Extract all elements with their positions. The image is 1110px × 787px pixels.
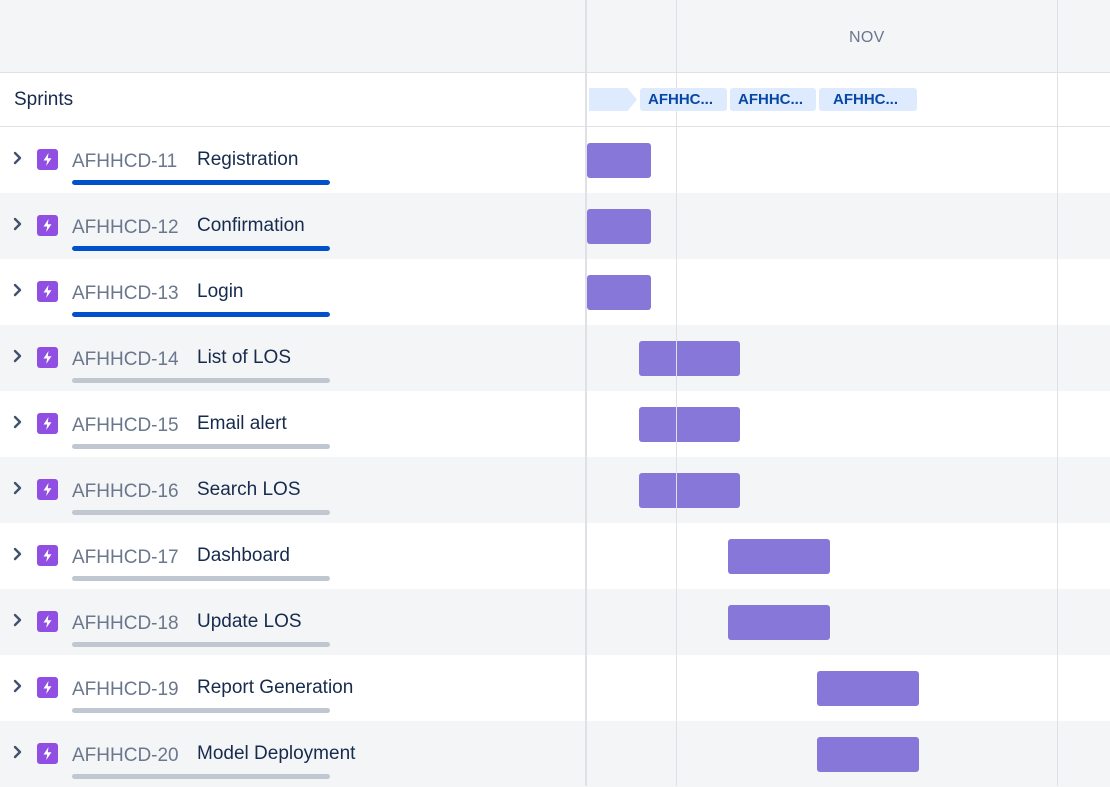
chevron-right-icon[interactable] [11, 479, 25, 497]
chevron-right-icon[interactable] [11, 545, 25, 563]
issue-key[interactable]: AFHHCD-20 [72, 745, 179, 767]
progress-bar [72, 774, 330, 779]
progress-fill [72, 312, 330, 317]
progress-bar [72, 180, 330, 185]
progress-bar [72, 312, 330, 317]
list-timeline-divider[interactable] [585, 0, 587, 786]
schedule-bar[interactable] [728, 539, 830, 574]
schedule-bar[interactable] [817, 737, 919, 772]
chevron-right-icon[interactable] [11, 215, 25, 233]
issue-row[interactable]: AFHHCD-20 Model Deployment [0, 721, 1110, 787]
schedule-bar[interactable] [639, 473, 740, 508]
sprint-chip-label: AFHHC... [833, 91, 898, 108]
chevron-right-icon[interactable] [11, 281, 25, 299]
schedule-bar[interactable] [639, 407, 740, 442]
progress-bar [72, 246, 330, 251]
epic-lightning-icon [37, 743, 58, 764]
schedule-bar[interactable] [728, 605, 830, 640]
issue-key[interactable]: AFHHCD-16 [72, 481, 179, 503]
schedule-bar[interactable] [587, 143, 651, 178]
chevron-right-icon[interactable] [11, 149, 25, 167]
schedule-bar[interactable] [587, 209, 651, 244]
progress-bar [72, 576, 330, 581]
issue-summary[interactable]: List of LOS [197, 347, 291, 369]
issue-key[interactable]: AFHHCD-17 [72, 547, 179, 569]
issue-row[interactable]: AFHHCD-14 List of LOS [0, 325, 1110, 391]
epic-lightning-icon [37, 281, 58, 302]
issue-summary[interactable]: Login [197, 281, 244, 303]
progress-bar [72, 378, 330, 383]
progress-fill [72, 246, 330, 251]
sprint-chip[interactable]: AFHHC... [640, 88, 727, 111]
issue-row[interactable]: AFHHCD-17 Dashboard [0, 523, 1110, 589]
issue-summary[interactable]: Search LOS [197, 479, 301, 501]
epic-lightning-icon [37, 215, 58, 236]
issue-key[interactable]: AFHHCD-13 [72, 283, 179, 305]
schedule-bar[interactable] [587, 275, 651, 310]
epic-lightning-icon [37, 677, 58, 698]
epic-lightning-icon [37, 347, 58, 368]
chevron-right-icon[interactable] [11, 611, 25, 629]
progress-bar [72, 708, 330, 713]
sprint-chip-previous[interactable] [589, 88, 637, 111]
today-marker-line [676, 0, 677, 786]
epic-lightning-icon [37, 611, 58, 632]
issue-row[interactable]: AFHHCD-13 Login [0, 259, 1110, 325]
epic-lightning-icon [37, 413, 58, 434]
sprint-chip[interactable]: AFHHC... [730, 88, 816, 111]
sprint-chip-label: AFHHC... [738, 91, 803, 108]
sprint-chip-label: AFHHC... [648, 91, 713, 108]
issue-list: AFHHCD-11 Registration AFHHCD-12 Confirm… [0, 127, 1110, 787]
epic-lightning-icon [37, 479, 58, 500]
chevron-right-icon[interactable] [11, 413, 25, 431]
issue-key[interactable]: AFHHCD-15 [72, 415, 179, 437]
issue-summary[interactable]: Confirmation [197, 215, 305, 237]
sprint-chip[interactable]: AFHHC... [819, 88, 917, 111]
issue-summary[interactable]: Update LOS [197, 611, 302, 633]
progress-bar [72, 510, 330, 515]
issue-key[interactable]: AFHHCD-11 [72, 151, 177, 173]
chevron-right-icon[interactable] [11, 347, 25, 365]
issue-summary[interactable]: Email alert [197, 413, 287, 435]
issue-row[interactable]: AFHHCD-12 Confirmation [0, 193, 1110, 259]
progress-bar [72, 444, 330, 449]
schedule-bar[interactable] [817, 671, 919, 706]
chevron-right-icon[interactable] [11, 677, 25, 695]
issue-summary[interactable]: Registration [197, 149, 298, 171]
issue-row[interactable]: AFHHCD-11 Registration [0, 127, 1110, 193]
timeline-header: NOV [0, 0, 1110, 73]
issue-key[interactable]: AFHHCD-19 [72, 679, 179, 701]
chevron-right-icon[interactable] [11, 743, 25, 761]
progress-fill [72, 180, 330, 185]
sprints-label: Sprints [14, 89, 74, 110]
schedule-bar[interactable] [639, 341, 740, 376]
issue-row[interactable]: AFHHCD-18 Update LOS [0, 589, 1110, 655]
issue-key[interactable]: AFHHCD-12 [72, 217, 179, 239]
issue-row[interactable]: AFHHCD-15 Email alert [0, 391, 1110, 457]
epic-lightning-icon [37, 545, 58, 566]
epic-lightning-icon [37, 149, 58, 170]
issue-key[interactable]: AFHHCD-14 [72, 349, 179, 371]
issue-row[interactable]: AFHHCD-19 Report Generation [0, 655, 1110, 721]
issue-summary[interactable]: Model Deployment [197, 743, 355, 765]
issue-summary[interactable]: Dashboard [197, 545, 290, 567]
sprints-row: Sprints [0, 73, 1110, 127]
issue-row[interactable]: AFHHCD-16 Search LOS [0, 457, 1110, 523]
progress-bar [72, 642, 330, 647]
issue-key[interactable]: AFHHCD-18 [72, 613, 179, 635]
month-divider-line [1057, 0, 1058, 786]
issue-summary[interactable]: Report Generation [197, 677, 353, 699]
month-label: NOV [849, 29, 885, 46]
